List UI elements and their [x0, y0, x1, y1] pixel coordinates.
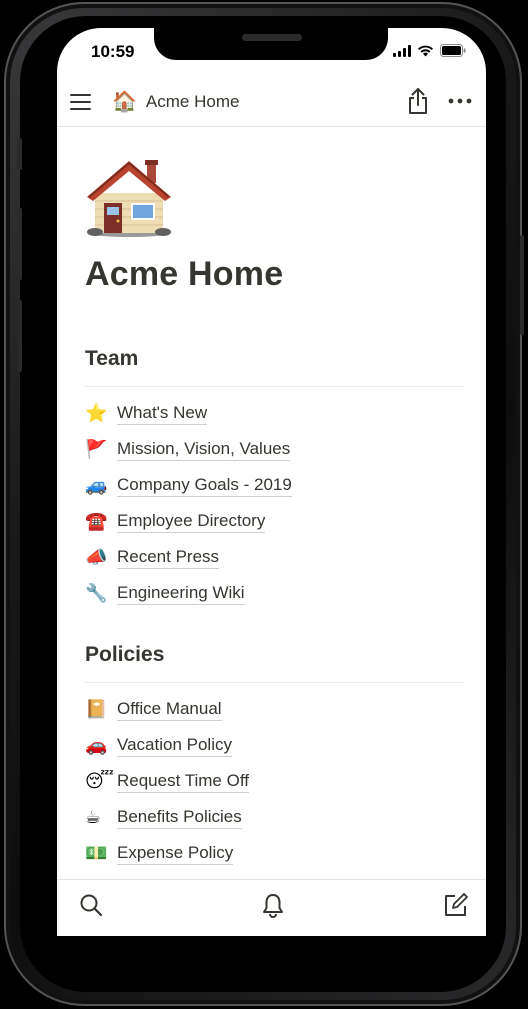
page-link[interactable]: 📣 Recent Press: [85, 543, 220, 571]
top-bar: 🏠 Acme Home: [57, 86, 486, 127]
section-heading-team: Team: [85, 347, 139, 370]
page-link-label: Engineering Wiki: [117, 582, 245, 605]
coffee-icon: ☕: [85, 807, 102, 827]
car-icon: 🚗: [85, 735, 108, 755]
divider: [85, 386, 465, 387]
page-link[interactable]: 📔 Office Manual: [85, 695, 222, 723]
notch: [154, 28, 388, 60]
signal-icon: [393, 44, 411, 57]
section-heading-policies: Policies: [85, 643, 165, 666]
page-content: Acme Home Team ⭐ What's New 🚩 Mission, V…: [57, 127, 486, 879]
status-icons: [393, 44, 466, 57]
status-time: 10:59: [91, 42, 135, 61]
house-icon: 🏠: [112, 91, 137, 113]
page-title: Acme Home: [85, 255, 284, 293]
breadcrumb[interactable]: 🏠 Acme Home: [112, 88, 239, 116]
side-button-volume-down: [17, 300, 22, 372]
page-link[interactable]: ⭐ What's New: [85, 399, 208, 427]
page-link-label: Expense Policy: [117, 842, 234, 865]
page-link-label: Mission, Vision, Values: [117, 438, 291, 461]
page-link-label: Office Manual: [117, 698, 222, 721]
breadcrumb-title: Acme Home: [145, 92, 240, 111]
bottom-toolbar: [57, 879, 486, 936]
compose-icon[interactable]: [443, 892, 469, 918]
app-screen: 10:59 🏠 Acme Home Acme Home Team ⭐ What'…: [57, 28, 486, 936]
page-link[interactable]: 🚙 Company Goals - 2019: [85, 471, 292, 499]
menu-icon[interactable]: [70, 93, 92, 111]
page-link-label: Recent Press: [117, 546, 220, 569]
car-icon: 🚙: [85, 475, 108, 495]
page-link[interactable]: 🔧 Engineering Wiki: [85, 579, 245, 607]
search-icon[interactable]: [79, 893, 103, 917]
house-icon[interactable]: [85, 153, 171, 239]
side-button-power: [520, 235, 524, 335]
page-link-label: Vacation Policy: [117, 734, 232, 757]
page-link[interactable]: 😴 Request Time Off: [85, 767, 249, 795]
page-link[interactable]: ☕ Benefits Policies: [85, 803, 242, 831]
page-link[interactable]: 🚩 Mission, Vision, Values: [85, 435, 291, 463]
page-link[interactable]: 💵 Expense Policy: [85, 839, 234, 867]
telephone-icon: ☎️: [85, 511, 108, 531]
divider: [85, 682, 465, 683]
wifi-icon: [418, 45, 433, 56]
flag-icon: 🚩: [85, 439, 108, 459]
wrench-icon: 🔧: [85, 583, 108, 603]
page-link-label: Request Time Off: [117, 770, 249, 793]
notebook-icon: 📔: [85, 699, 108, 719]
page-link[interactable]: ☎️ Employee Directory: [85, 507, 266, 535]
side-button-silent: [17, 138, 22, 170]
page-link-label: Benefits Policies: [117, 806, 242, 829]
megaphone-icon: 📣: [85, 547, 108, 567]
speaker: [242, 34, 302, 41]
page-link-label: Company Goals - 2019: [117, 474, 292, 497]
page-link-label: What's New: [117, 402, 208, 425]
share-icon[interactable]: [407, 87, 429, 115]
star-icon: ⭐: [85, 403, 108, 423]
side-button-volume-up: [17, 208, 22, 280]
more-icon[interactable]: [448, 98, 472, 104]
sleeping-face-icon: 😴: [85, 771, 114, 791]
battery-icon: [440, 44, 466, 57]
page-link[interactable]: 🚗 Vacation Policy: [85, 731, 232, 759]
bell-icon[interactable]: [262, 892, 284, 918]
money-icon: 💵: [85, 843, 108, 863]
page-link-label: Employee Directory: [117, 510, 266, 533]
